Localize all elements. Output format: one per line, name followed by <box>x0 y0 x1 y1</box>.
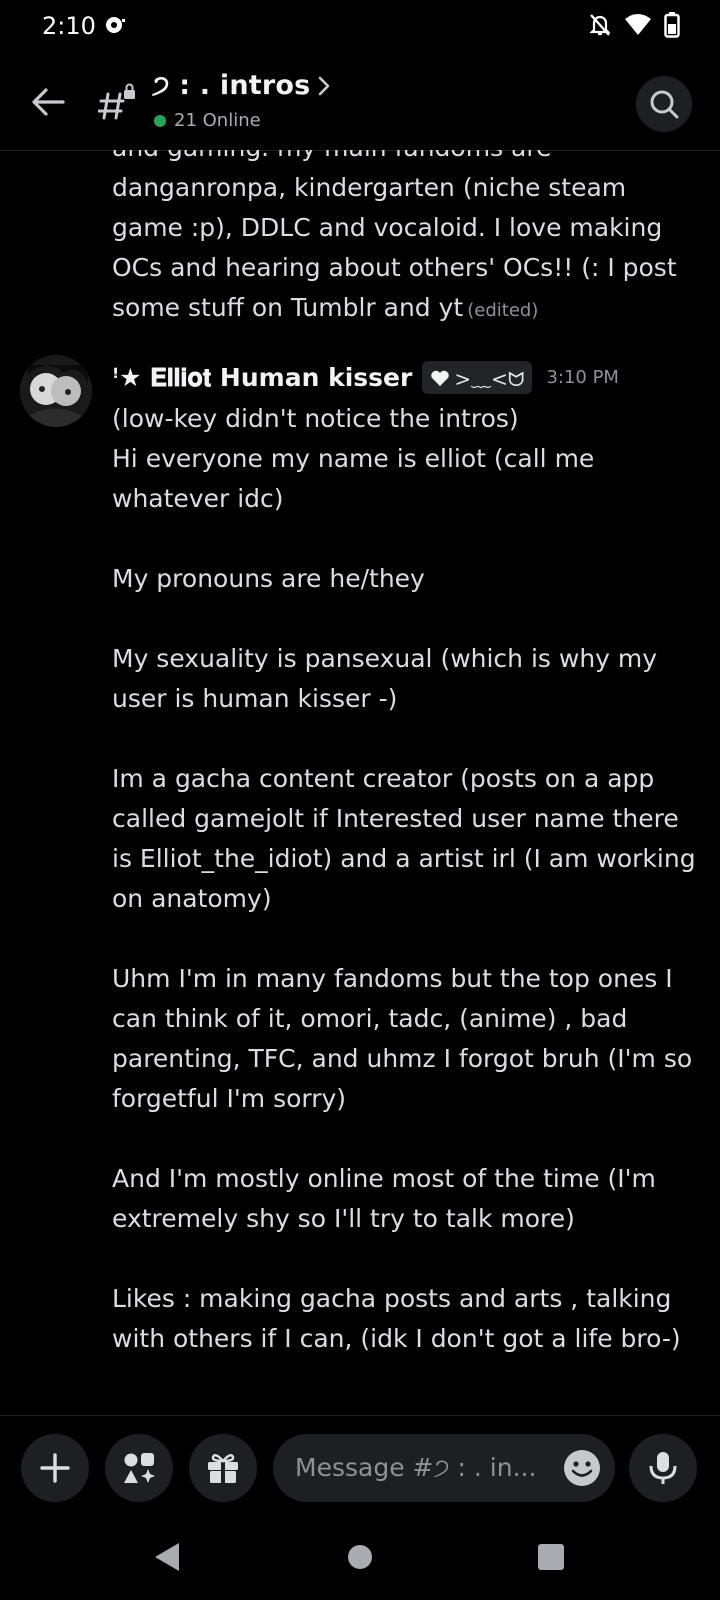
system-navigation-bar <box>0 1515 720 1600</box>
channel-name: ੭ : . intros <box>152 70 311 101</box>
message-paragraph: Hi everyone my name is elliot (call me w… <box>112 444 595 513</box>
gift-button[interactable] <box>189 1434 257 1502</box>
server-tag-text: >﹏<ᗢ <box>454 367 525 391</box>
online-dot-icon <box>154 114 166 127</box>
message-input[interactable]: Message #੭ : . in... <box>273 1434 615 1502</box>
avatar-image <box>20 355 92 427</box>
message-header: ꜝ★ 𝐄𝐥𝐥𝐢𝐨𝐭 Human kisser >﹏<ᗢ 3:10 PM <box>112 361 619 394</box>
timestamp: 3:10 PM <box>546 367 619 388</box>
message-list[interactable]: and gaming. my main fandoms are danganro… <box>0 150 720 1415</box>
apps-icon <box>124 1453 155 1483</box>
online-status: 21 Online <box>154 110 261 131</box>
voice-message-button[interactable] <box>629 1434 697 1502</box>
locked-text-channel-icon <box>98 83 135 120</box>
add-attachment-button[interactable] <box>21 1434 89 1502</box>
emoji-icon[interactable] <box>563 1449 601 1487</box>
message-paragraph: My pronouns are he/they <box>112 564 425 593</box>
chevron-right-icon <box>319 76 330 96</box>
channel-title[interactable]: ੭ : . intros <box>152 70 332 102</box>
edited-label: (edited) <box>467 300 539 321</box>
triangle-back-icon <box>155 1543 179 1571</box>
microphone-icon <box>649 1452 677 1484</box>
arrow-left-icon <box>32 88 65 116</box>
avatar[interactable] <box>20 355 92 427</box>
channel-header: ੭ : . intros 21 Online <box>0 52 720 151</box>
message-input-placeholder: Message #੭ : . in... <box>295 1453 537 1482</box>
status-bar: 2:10 <box>0 0 720 52</box>
server-tag-badge[interactable]: >﹏<ᗢ <box>422 361 533 394</box>
message-paragraph: Uhm I'm in many fandoms but the top ones… <box>112 964 693 1113</box>
back-button[interactable] <box>28 82 68 122</box>
chat-bubble-icon <box>106 17 125 33</box>
nav-recents-button[interactable] <box>533 1539 569 1575</box>
search-button[interactable] <box>636 76 692 132</box>
username[interactable]: ꜝ★ 𝐄𝐥𝐥𝐢𝐨𝐭 Human kisser <box>112 363 412 393</box>
circle-home-icon <box>348 1545 372 1569</box>
previous-message[interactable]: and gaming. my main fandoms are danganro… <box>112 150 702 331</box>
previous-message-text: and gaming. my main fandoms are danganro… <box>112 150 677 322</box>
message-paragraph: And I'm mostly online most of the time (… <box>112 1164 656 1233</box>
apps-button[interactable] <box>105 1434 173 1502</box>
square-recents-icon <box>538 1544 564 1570</box>
message-paragraph: Likes : making gacha posts and arts , ta… <box>112 1284 681 1353</box>
gift-icon <box>208 1454 238 1483</box>
notifications-off-icon <box>589 14 611 36</box>
nav-home-button[interactable] <box>342 1539 378 1575</box>
battery-icon <box>664 12 680 38</box>
plus-icon <box>40 1453 70 1483</box>
status-time: 2:10 <box>42 12 96 40</box>
message-paragraph: (low-key didn't notice the intros) <box>112 404 519 433</box>
online-count: 21 Online <box>174 110 261 131</box>
message-paragraph: My sexuality is pansexual (which is why … <box>112 644 658 713</box>
status-icons <box>588 12 680 38</box>
nav-back-button[interactable] <box>148 1539 184 1575</box>
message-composer: Message #੭ : . in... <box>0 1415 720 1516</box>
message-content: (low-key didn't notice the intros) Hi ev… <box>112 399 702 1359</box>
search-icon <box>650 90 679 119</box>
wifi-icon <box>625 14 651 35</box>
heart-icon <box>431 370 450 386</box>
message-paragraph: Im a gacha content creator (posts on a a… <box>112 764 696 913</box>
